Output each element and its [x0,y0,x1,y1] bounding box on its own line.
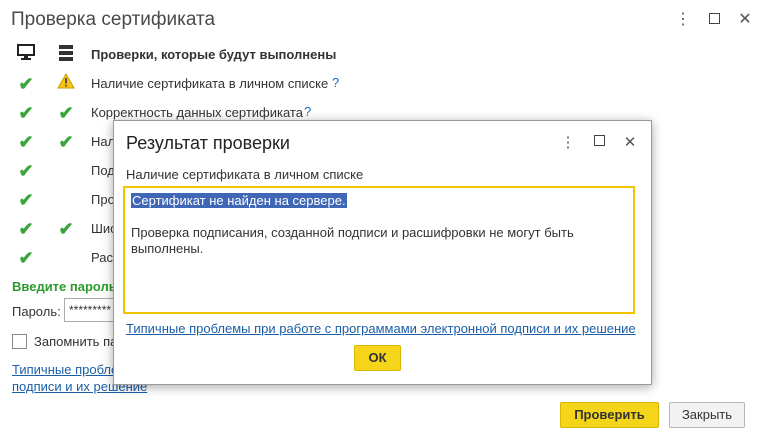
result-dialog: Результат проверки ⋮ ✕ Наличие сертифика… [113,120,652,385]
checkmark-icon: ✔ [58,219,74,239]
help-icon[interactable]: ? [304,104,311,119]
dialog-title: Результат проверки [126,133,290,153]
checkmark-icon: ✔ [18,190,34,210]
ok-button[interactable]: ОК [354,345,401,371]
remember-label: Запомнить па [34,334,118,349]
selected-text: Сертификат не найден на сервере. [131,193,347,208]
server-icon [55,44,77,66]
dialog-problems-link[interactable]: Типичные проблемы при работе с программа… [126,321,636,336]
checkmark-icon: ✔ [18,248,34,268]
checkmark-icon: ✔ [18,219,34,239]
warning-icon [55,72,77,95]
detail-text: Проверка подписания, созданной подписи и… [131,225,574,256]
checkmark-icon: ✔ [18,103,34,123]
checkmark-icon: ✔ [58,132,74,152]
check-row-label: Под [91,163,115,178]
dialog-more-menu-icon[interactable]: ⋮ [558,133,578,151]
password-heading: Введите пароль [12,279,117,294]
check-row-label: Наличие сертификата в личном списке [91,76,329,91]
check-row-label: Нал [91,134,116,149]
checks-header: Проверки, которые будут выполнены [91,47,337,62]
remember-checkbox[interactable] [12,334,27,349]
verify-button[interactable]: Проверить [560,402,659,428]
close-button[interactable]: ✕ [735,10,755,30]
checkmark-icon: ✔ [18,132,34,152]
password-label: Пароль: [12,304,61,319]
check-row: ✔ Наличие сертификата в личном списке? [0,72,764,95]
check-row-label: Про [91,192,115,207]
close-window-button[interactable]: Закрыть [669,402,745,428]
computer-icon [15,44,37,66]
checkmark-icon: ✔ [58,103,74,123]
maximize-icon [708,13,720,24]
window-title: Проверка сертификата [11,9,216,30]
checks-header-row: Проверки, которые будут выполнены [0,44,764,66]
more-menu-icon[interactable]: ⋮ [673,10,693,30]
check-row-label: Рас [91,250,113,265]
checkmark-icon: ✔ [18,161,34,181]
result-textbox[interactable]: Сертификат не найден на сервере. Проверк… [123,186,635,314]
checkmark-icon: ✔ [18,74,34,94]
dialog-subtitle: Наличие сертификата в личном списке [126,167,364,182]
dialog-maximize-button[interactable] [589,133,609,150]
help-icon[interactable]: ? [332,75,339,90]
dialog-close-button[interactable]: ✕ [620,133,640,151]
check-row-label: Корректность данных сертификата [91,105,303,120]
maximize-icon [593,135,605,146]
maximize-button[interactable] [704,10,724,30]
